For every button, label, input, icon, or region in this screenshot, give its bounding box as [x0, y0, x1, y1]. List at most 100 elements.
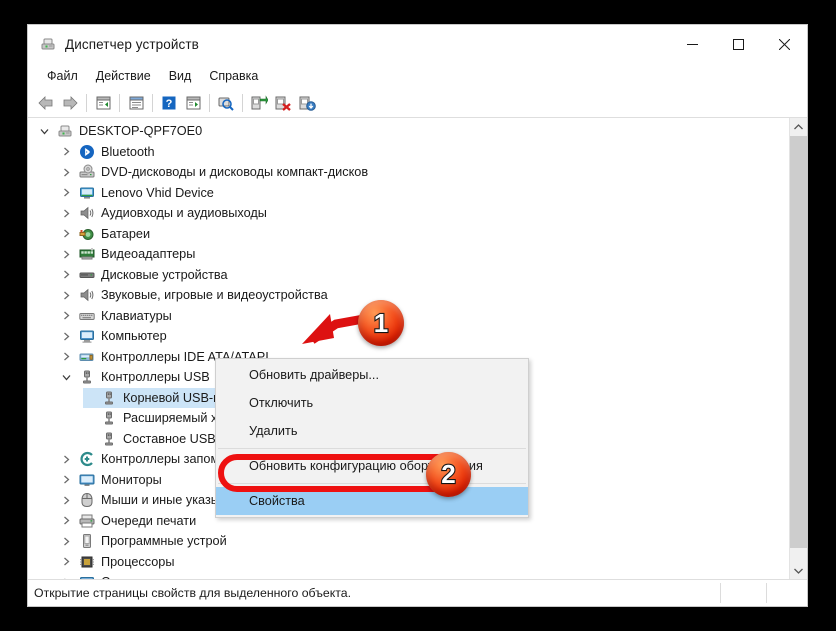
chevron-right-icon[interactable]: [59, 332, 74, 341]
tree-item-label: Мониторы: [101, 472, 162, 487]
tree-item-label: Аудиовходы и аудиовыходы: [101, 206, 267, 221]
menu-bar: Файл Действие Вид Справка: [28, 63, 807, 89]
tree-item-label: Звуковые, игровые и видеоустройства: [101, 288, 328, 303]
ctx-disable[interactable]: Отключить: [216, 389, 528, 417]
help-icon[interactable]: ?: [157, 91, 181, 115]
tree-item[interactable]: Звуковые, игровые и видеоустройства: [28, 285, 789, 306]
status-text: Открытие страницы свойств для выделенног…: [34, 586, 351, 600]
chevron-right-icon[interactable]: [59, 311, 74, 320]
chevron-right-icon[interactable]: [59, 455, 74, 464]
chevron-right-icon[interactable]: [59, 496, 74, 505]
tree-item[interactable]: Lenovo Vhid Device: [28, 183, 789, 204]
chevron-right-icon[interactable]: [59, 475, 74, 484]
tree-item-label: Программные устрой: [101, 534, 227, 549]
minimize-button[interactable]: [669, 25, 715, 63]
tree-item-label: Очереди печати: [101, 513, 197, 528]
chevron-down-icon[interactable]: [59, 373, 74, 382]
disk-drive-icon: [79, 267, 95, 283]
processor-icon: [79, 554, 95, 570]
storage-controller-icon: [79, 451, 95, 467]
vertical-scrollbar[interactable]: [789, 118, 807, 579]
chevron-right-icon[interactable]: [59, 557, 74, 566]
uninstall-device-icon[interactable]: [271, 91, 295, 115]
ide-controller-icon: [79, 349, 95, 365]
status-divider: [766, 583, 767, 603]
tree-item[interactable]: Видеоадаптеры: [28, 244, 789, 265]
chevron-right-icon[interactable]: [59, 147, 74, 156]
menu-help[interactable]: Справка: [201, 66, 266, 86]
step-badge-2: 2: [426, 452, 471, 497]
toolbar: ?: [28, 89, 807, 118]
properties-highlight-oval: [218, 454, 456, 492]
tree-item[interactable]: Процессоры: [28, 552, 789, 573]
install-legacy-icon[interactable]: [295, 91, 319, 115]
tree-item[interactable]: DVD-дисководы и дисководы компакт-дисков: [28, 162, 789, 183]
toolbar-separator: [152, 94, 153, 112]
tree-item[interactable]: Батареи: [28, 224, 789, 245]
tree-item[interactable]: Дисковые устройства: [28, 265, 789, 286]
chevron-right-icon[interactable]: [59, 229, 74, 238]
status-divider: [720, 583, 721, 603]
menu-file[interactable]: Файл: [39, 66, 86, 86]
chevron-right-icon[interactable]: [59, 537, 74, 546]
device-manager-window: Диспетчер устройств Файл Действие Вид Сп…: [27, 24, 808, 607]
toolbar-separator: [119, 94, 120, 112]
context-menu-separator: [218, 448, 526, 449]
scroll-up-arrow[interactable]: [790, 118, 807, 135]
chevron-right-icon[interactable]: [59, 516, 74, 525]
tree-item[interactable]: Bluetooth: [28, 142, 789, 163]
tree-item[interactable]: Клавиатуры: [28, 306, 789, 327]
svg-text:?: ?: [166, 98, 173, 110]
forward-icon[interactable]: [58, 91, 82, 115]
chevron-right-icon[interactable]: [59, 209, 74, 218]
battery-icon: [79, 226, 95, 242]
show-hide-tree-icon[interactable]: [91, 91, 115, 115]
maximize-button[interactable]: [715, 25, 761, 63]
chevron-right-icon[interactable]: [59, 270, 74, 279]
tree-item-label: Дисковые устройства: [101, 267, 228, 282]
toolbar-separator: [86, 94, 87, 112]
menu-view[interactable]: Вид: [161, 66, 200, 86]
tree-item[interactable]: Компьютер: [28, 326, 789, 347]
chevron-right-icon[interactable]: [59, 168, 74, 177]
chevron-down-icon[interactable]: [37, 127, 52, 136]
toolbar-separator: [242, 94, 243, 112]
ctx-uninstall[interactable]: Удалить: [216, 417, 528, 445]
keyboard-icon: [79, 308, 95, 324]
scroll-down-arrow[interactable]: [790, 562, 807, 579]
update-driver-icon[interactable]: [247, 91, 271, 115]
menu-action[interactable]: Действие: [88, 66, 159, 86]
tree-item[interactable]: DESKTOP-QPF7OE0: [28, 121, 789, 142]
usb-icon: [101, 431, 117, 447]
tree-item-label: Клавиатуры: [101, 308, 172, 323]
tree-item[interactable]: Аудиовходы и аудиовыходы: [28, 203, 789, 224]
chevron-right-icon[interactable]: [59, 352, 74, 361]
chevron-right-icon[interactable]: [59, 291, 74, 300]
tree-item[interactable]: Сетевые адаптеры: [28, 572, 789, 579]
tree-item[interactable]: Программные устрой: [28, 531, 789, 552]
context-menu[interactable]: Обновить драйверы... Отключить Удалить Обно…: [215, 358, 529, 518]
bluetooth-icon: [79, 144, 95, 160]
tree-item-label: Контроллеры запоми: [101, 452, 227, 467]
device-manager-icon: [40, 36, 56, 52]
speaker-icon: [79, 287, 95, 303]
computer-icon: [79, 328, 95, 344]
ctx-update-drivers[interactable]: Обновить драйверы...: [216, 361, 528, 389]
chevron-right-icon[interactable]: [59, 188, 74, 197]
software-device-icon: [79, 533, 95, 549]
scan-hardware-icon[interactable]: [214, 91, 238, 115]
usb-icon: [101, 410, 117, 426]
scrollbar-thumb[interactable]: [790, 136, 807, 548]
window-title: Диспетчер устройств: [65, 36, 199, 52]
dvd-drive-icon: [79, 164, 95, 180]
tree-item-label: Видеоадаптеры: [101, 247, 196, 262]
tree-item-label: DESKTOP-QPF7OE0: [79, 124, 203, 139]
view-icon[interactable]: [181, 91, 205, 115]
chevron-right-icon[interactable]: [59, 250, 74, 259]
close-button[interactable]: [761, 25, 807, 63]
properties-icon[interactable]: [124, 91, 148, 115]
monitor-green-icon: [79, 185, 95, 201]
display-adapter-icon: [79, 246, 95, 262]
back-icon[interactable]: [34, 91, 58, 115]
caption-buttons: [669, 25, 807, 63]
